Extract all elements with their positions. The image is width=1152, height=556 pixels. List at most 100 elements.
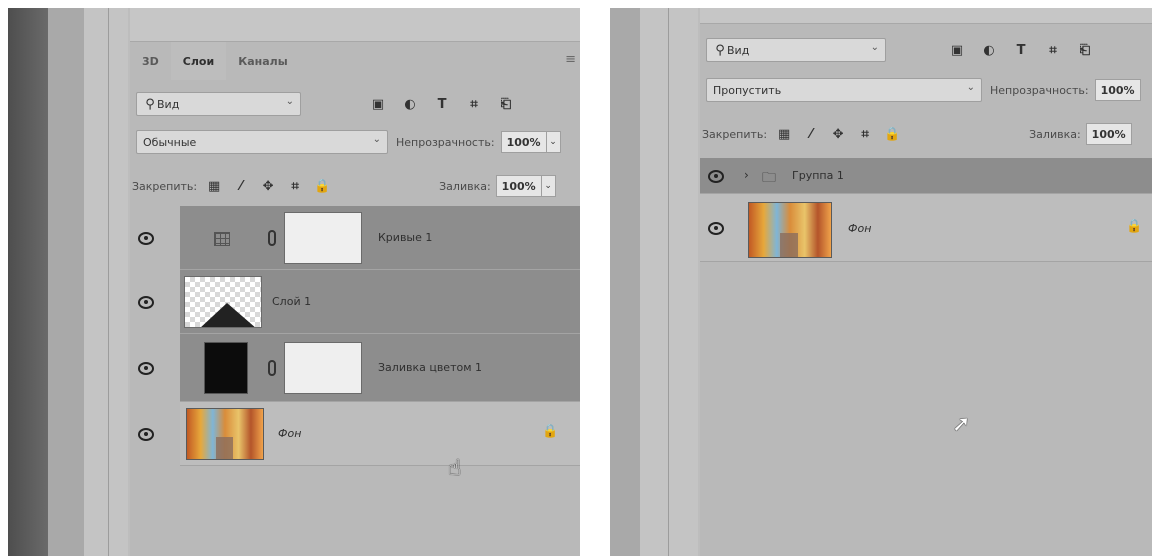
layer-row[interactable]: › 🗀 Группа 1	[700, 158, 1152, 194]
lock-artboard-icon[interactable]: ⌗	[288, 179, 302, 194]
fill-color-thumbnail[interactable]	[204, 342, 248, 394]
pyramid-shape	[201, 303, 255, 327]
side-bar	[610, 8, 640, 556]
side-bar	[84, 8, 128, 556]
filter-label: Вид	[727, 43, 750, 57]
type-filter-icon[interactable]: T	[1014, 43, 1028, 58]
opacity-input[interactable]: 100%	[1094, 79, 1141, 101]
chevron-down-icon: ⌄	[870, 42, 879, 53]
smart-object-filter-icon[interactable]: ⎗	[499, 97, 513, 112]
visibility-eye-icon[interactable]	[138, 233, 154, 243]
layer-thumbnail[interactable]	[748, 202, 832, 258]
opacity-input[interactable]: 100%	[500, 131, 547, 153]
smart-object-filter-icon[interactable]: ⎗	[1078, 43, 1092, 58]
blend-mode-dropdown[interactable]: Обычные ⌄	[136, 130, 388, 154]
chevron-down-icon: ⌄	[372, 134, 381, 145]
layer-row[interactable]: Слой 1	[180, 270, 580, 334]
layers-list: Кривые 1 Слой 1 Заливка цветом 1 Фон 🔒	[130, 206, 580, 466]
blend-mode-value: Пропустить	[713, 83, 782, 97]
layer-name[interactable]: Заливка цветом 1	[378, 361, 482, 374]
opacity-dropdown-icon[interactable]: ⌄	[546, 131, 561, 153]
filter-dropdown[interactable]: ⚲ Вид ⌄	[136, 92, 301, 116]
fill-input[interactable]: 100%	[1085, 123, 1132, 145]
search-icon: ⚲	[145, 96, 155, 112]
layer-thumbnail[interactable]	[184, 276, 262, 328]
panel-tabs	[700, 8, 1152, 24]
visibility-eye-icon[interactable]	[138, 297, 154, 307]
blend-row: Обычные ⌄ Непрозрачность: 100% ⌄	[130, 126, 580, 158]
lock-label: Закрепить:	[702, 127, 768, 141]
arrow-cursor-icon: ➚	[952, 412, 971, 437]
layers-list: › 🗀 Группа 1 Фон 🔒	[700, 158, 1152, 268]
image-filter-icon[interactable]: ▣	[371, 97, 385, 112]
fill-label: Заливка:	[439, 179, 491, 193]
layer-row[interactable]: Фон 🔒	[180, 402, 580, 466]
layers-panel: 3D Слои Каналы ≡ ⚲ Вид ⌄ ▣ ◐ T ⌗ ⎗ Обычн…	[130, 8, 580, 556]
hand-cursor-icon: ☝	[448, 456, 462, 481]
chevron-down-icon: ⌄	[285, 96, 294, 107]
filter-label: Вид	[157, 97, 180, 111]
lock-move-icon[interactable]: ✥	[261, 179, 275, 194]
search-icon: ⚲	[715, 42, 725, 58]
layer-name[interactable]: Кривые 1	[378, 231, 432, 244]
shape-filter-icon[interactable]: ⌗	[467, 97, 481, 112]
lock-artboard-icon[interactable]: ⌗	[858, 127, 872, 142]
filter-dropdown[interactable]: ⚲ Вид ⌄	[706, 38, 886, 62]
layer-name[interactable]: Фон	[278, 427, 301, 440]
layer-row[interactable]: Фон 🔒	[700, 194, 1152, 262]
link-icon[interactable]	[268, 360, 276, 376]
lock-transparent-icon[interactable]: ▦	[207, 179, 221, 194]
blend-row: Пропустить ⌄ Непрозрачность: 100%	[700, 74, 1152, 106]
layer-name[interactable]: Слой 1	[272, 295, 311, 308]
layer-row[interactable]: Заливка цветом 1	[180, 334, 580, 402]
opacity-label: Непрозрачность:	[990, 83, 1089, 97]
lock-all-icon[interactable]: 🔒	[884, 127, 900, 142]
tab-channels[interactable]: Каналы	[226, 42, 299, 80]
window-edge	[8, 8, 48, 556]
left-screenshot: 3D Слои Каналы ≡ ⚲ Вид ⌄ ▣ ◐ T ⌗ ⎗ Обычн…	[8, 8, 580, 556]
blend-mode-value: Обычные	[143, 135, 197, 149]
expand-chevron-icon[interactable]: ›	[744, 168, 749, 182]
layer-mask-thumbnail[interactable]	[284, 342, 362, 394]
visibility-eye-icon[interactable]	[138, 363, 154, 373]
chevron-down-icon: ⌄	[966, 82, 975, 93]
fill-dropdown-icon[interactable]: ⌄	[541, 175, 556, 197]
side-bar	[48, 8, 84, 556]
adjustment-filter-icon[interactable]: ◐	[982, 43, 996, 58]
image-filter-icon[interactable]: ▣	[950, 43, 964, 58]
link-icon[interactable]	[268, 230, 276, 246]
curves-icon	[214, 232, 230, 246]
fill-input[interactable]: 100%	[495, 175, 542, 197]
lock-transparent-icon[interactable]: ▦	[777, 127, 791, 142]
layer-name[interactable]: Фон	[848, 222, 871, 235]
layer-row[interactable]: Кривые 1	[180, 206, 580, 270]
visibility-eye-icon[interactable]	[708, 171, 724, 181]
filter-row: ⚲ Вид ⌄ ▣ ◐ T ⌗ ⎗	[700, 34, 1152, 66]
visibility-eye-icon[interactable]	[138, 429, 154, 439]
side-bar	[640, 8, 698, 556]
adjustment-filter-icon[interactable]: ◐	[403, 97, 417, 112]
layer-mask-thumbnail[interactable]	[284, 212, 362, 264]
fill-label: Заливка:	[1029, 127, 1081, 141]
panel-menu-icon[interactable]: ≡	[565, 52, 576, 67]
tab-layers[interactable]: Слои	[170, 42, 227, 80]
lock-brush-icon[interactable]: ⁄	[234, 179, 248, 194]
visibility-eye-icon[interactable]	[708, 223, 724, 233]
right-screenshot: ⚲ Вид ⌄ ▣ ◐ T ⌗ ⎗ Пропустить ⌄ Непрозрач…	[610, 8, 1152, 556]
opacity-label: Непрозрачность:	[396, 135, 495, 149]
lock-all-icon[interactable]: 🔒	[314, 179, 330, 194]
blend-mode-dropdown[interactable]: Пропустить ⌄	[706, 78, 982, 102]
layer-thumbnail[interactable]	[186, 408, 264, 460]
folder-icon: 🗀	[762, 170, 776, 186]
lock-label: Закрепить:	[132, 179, 198, 193]
lock-icon[interactable]: 🔒	[542, 424, 558, 439]
lock-brush-icon[interactable]: ⁄	[804, 127, 818, 142]
panel-tabs: 3D Слои Каналы ≡	[130, 42, 580, 80]
lock-icon[interactable]: 🔒	[1126, 219, 1142, 234]
shape-filter-icon[interactable]: ⌗	[1046, 43, 1060, 58]
lock-move-icon[interactable]: ✥	[831, 127, 845, 142]
tab-3d[interactable]: 3D	[130, 42, 171, 80]
layer-name[interactable]: Группа 1	[792, 169, 844, 182]
type-filter-icon[interactable]: T	[435, 97, 449, 112]
layers-panel: ⚲ Вид ⌄ ▣ ◐ T ⌗ ⎗ Пропустить ⌄ Непрозрач…	[700, 8, 1152, 556]
